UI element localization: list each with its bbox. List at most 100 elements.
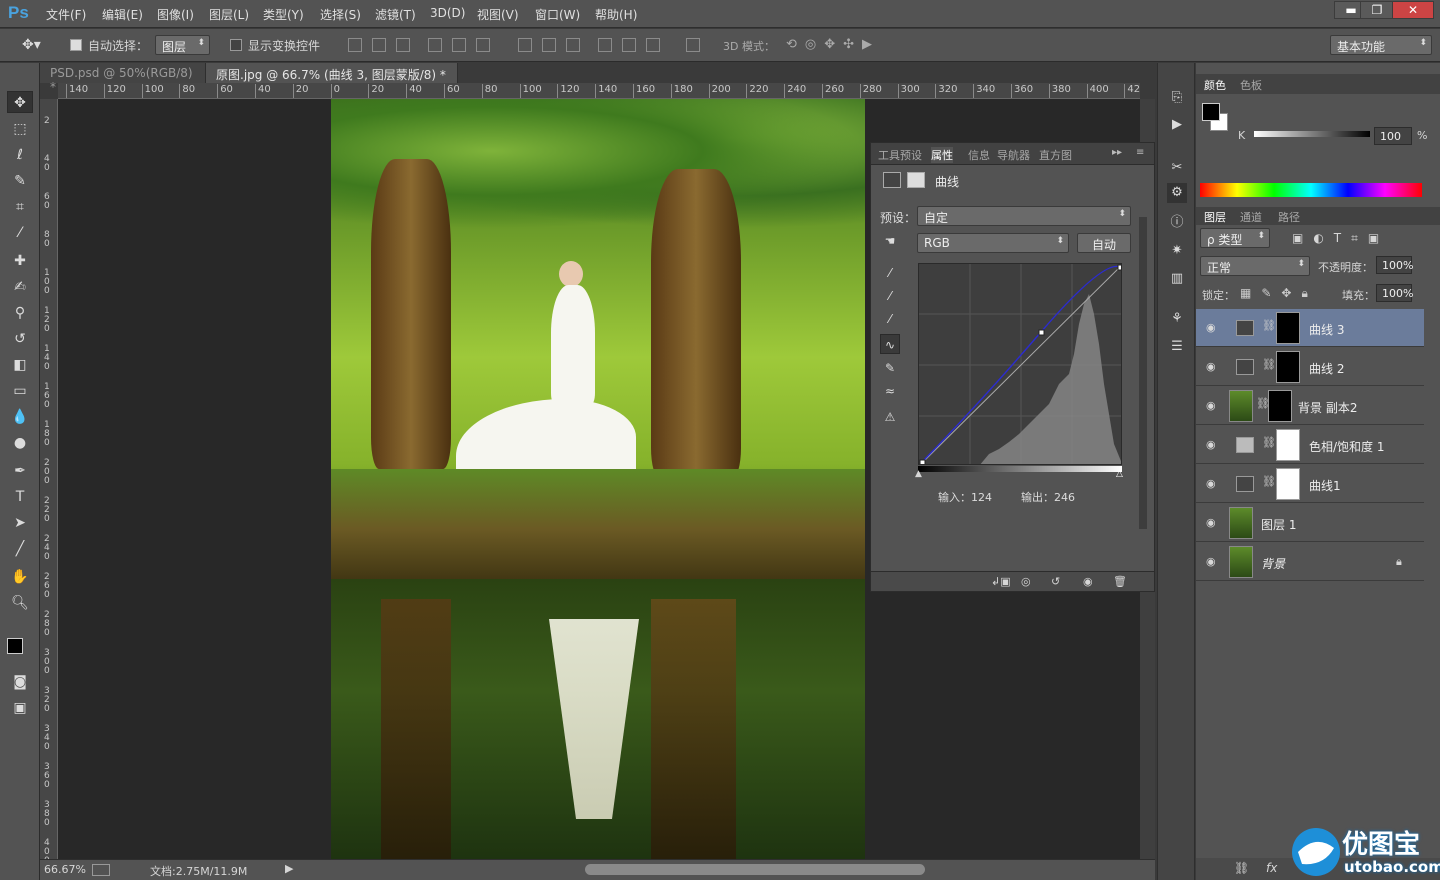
align-top-icon[interactable] [348,38,362,52]
marquee-tool-icon[interactable]: ⬚ [7,118,33,140]
layer-row-hue-saturation-1[interactable]: ◉ ⛓ 色相/饱和度 1 [1196,426,1424,464]
curves-graph[interactable] [918,263,1122,465]
menu-file[interactable]: 文件(F) [46,6,86,23]
tab-psd-document[interactable]: PSD.psd @ 50%(RGB/8) * ✕ [40,63,206,94]
white-slider-icon[interactable]: △ [1116,469,1123,479]
brush-presets-panel-icon[interactable]: ☰ [1167,337,1187,357]
clip-to-layer-icon[interactable]: ↲▣ [991,575,1011,588]
fill-input[interactable]: 100% [1376,284,1413,302]
reset-icon[interactable]: ↺ [1051,575,1060,588]
menu-view[interactable]: 视图(V) [477,6,519,23]
zoom-level[interactable]: 66.67% [44,863,86,876]
dodge-tool-icon[interactable]: ● [7,432,33,454]
move-tool-icon[interactable]: ✥ [7,91,33,113]
link-icon[interactable]: ⛓ [1262,475,1276,488]
type-tool-icon[interactable]: T [7,486,33,508]
distribute-left-icon[interactable] [598,38,612,52]
menu-window[interactable]: 窗口(W) [535,6,580,23]
layer-mask-thumbnail[interactable] [1276,351,1300,383]
foreground-color-swatch[interactable] [7,638,23,654]
mask-icon[interactable] [907,172,925,188]
k-slider[interactable] [1254,131,1370,137]
tab-channels[interactable]: 通道 [1240,209,1262,225]
tab-navigator[interactable]: 导航器 [997,147,1030,163]
eyedropper-tool-icon[interactable]: ⁄ [7,222,33,244]
on-image-adjust-icon[interactable]: ☚ [880,231,900,251]
eye-icon[interactable]: ◉ [1206,399,1216,412]
tab-histogram[interactable]: 直方图 [1039,147,1072,163]
line-tool-icon[interactable]: ╱ [7,538,33,560]
delete-adjustment-icon[interactable]: 🗑︎ [1113,575,1127,588]
tab-layers[interactable]: 图层 [1204,209,1226,225]
navigator-panel-icon[interactable]: ✷ [1167,241,1187,261]
curve-point-tool-icon[interactable]: ∿ [880,334,900,354]
lasso-tool-icon[interactable]: ℓ [7,144,33,166]
menu-3d[interactable]: 3D(D) [430,6,465,20]
eye-icon[interactable]: ◉ [1206,438,1216,451]
pen-tool-icon[interactable]: ✒ [7,460,33,482]
eye-icon[interactable]: ◉ [1206,516,1216,529]
tab-original-document[interactable]: 原图.jpg @ 66.7% (曲线 3, 图层蒙版/8) * ✕ [206,63,458,97]
layer-filter-dropdown[interactable]: ρ 类型 ⬍ [1200,228,1270,248]
tab-color[interactable]: 颜色 [1204,77,1226,93]
zoom-tool-icon[interactable]: 🔍︎ [7,592,33,614]
menu-type[interactable]: 类型(Y) [263,6,304,23]
distribute-vcenter-icon[interactable] [542,38,556,52]
menu-help[interactable]: 帮助(H) [595,6,637,23]
tab-info[interactable]: 信息 [968,147,990,163]
layer-filter-icons[interactable]: ▣◐T⌗▣ [1292,231,1389,246]
layer-row-curves-3[interactable]: ◉ ⛓ 曲线 3 [1196,309,1424,347]
blend-mode-dropdown[interactable]: 正常 ⬍ [1200,256,1310,276]
layer-mask-thumbnail[interactable] [1268,390,1292,422]
brush-tool-icon[interactable]: ✍ [7,276,33,298]
menu-select[interactable]: 选择(S) [320,6,361,23]
eye-icon[interactable]: ◉ [1206,321,1216,334]
status-menu-arrow-icon[interactable]: ▶ [285,862,293,875]
tab-paths[interactable]: 路径 [1278,209,1300,225]
properties-panel-icon[interactable]: ⚙ [1167,183,1187,203]
layer-row-layer-1[interactable]: ◉ 图层 1 [1196,504,1424,542]
align-left-icon[interactable] [428,38,442,52]
link-layers-icon[interactable]: ⛓ [1234,861,1249,875]
menu-filter[interactable]: 滤镜(T) [375,6,416,23]
lock-options-icons[interactable]: ▦✎✥🔒︎ [1240,286,1318,301]
document-photo[interactable] [331,99,865,859]
restore-button[interactable]: ❐ [1360,1,1394,19]
collapse-icon[interactable]: ▸▸ [1112,147,1122,158]
layer-mask-thumbnail[interactable] [1276,429,1300,461]
smooth-curve-icon[interactable]: ≈ [880,381,900,401]
healing-brush-tool-icon[interactable]: ✚ [7,250,33,272]
status-icon[interactable] [92,864,110,876]
clipping-warning-icon[interactable]: ⚠ [880,407,900,427]
align-right-icon[interactable] [476,38,490,52]
white-point-eyedropper-icon[interactable]: ⁄ [880,309,900,329]
histogram-panel-icon[interactable]: ▥ [1167,269,1187,289]
auto-button[interactable]: 自动 [1077,233,1131,253]
color-foreground-swatch[interactable] [1202,103,1220,121]
opacity-input[interactable]: 100% [1376,256,1413,274]
align-vcenter-icon[interactable] [372,38,386,52]
tab-swatches[interactable]: 色板 [1240,77,1262,93]
panel-menu-icon[interactable]: ≡ [1136,147,1144,158]
distribute-right-icon[interactable] [646,38,660,52]
show-transform-checkbox[interactable] [230,39,242,51]
preset-dropdown[interactable]: 自定 ⬍ [917,206,1131,226]
layer-row-curves-2[interactable]: ◉ ⛓ 曲线 2 [1196,348,1424,386]
canvas-horizontal-scrollbar[interactable] [585,864,925,875]
distribute-hcenter-icon[interactable] [622,38,636,52]
link-icon[interactable]: ⛓ [1262,358,1276,371]
k-value-input[interactable]: 100 [1374,127,1412,145]
channel-dropdown[interactable]: RGB ⬍ [917,233,1069,253]
menu-image[interactable]: 图像(I) [157,6,194,23]
distribute-bottom-icon[interactable] [566,38,580,52]
link-icon[interactable]: ⛓ [1262,436,1276,449]
menu-layer[interactable]: 图层(L) [209,6,249,23]
quick-select-tool-icon[interactable]: ✎ [7,170,33,192]
history-panel-icon[interactable]: ⎘ [1167,88,1187,108]
visibility-icon[interactable]: ◉ [1083,575,1093,588]
brush-panel-icon[interactable]: ⚘ [1167,309,1187,329]
move-tool-preset-icon[interactable]: ✥▾ [22,37,41,53]
actions-panel-icon[interactable]: ▶ [1167,115,1187,135]
properties-scrollbar[interactable] [1139,217,1147,529]
curves-svg[interactable] [919,264,1122,465]
